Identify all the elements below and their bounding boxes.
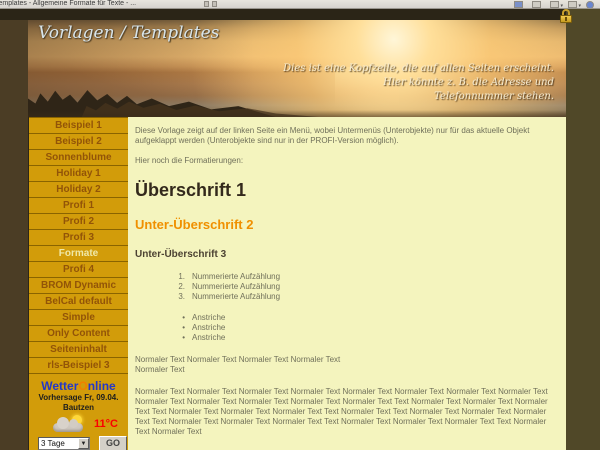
browser-titlebar: Templates - Allgemeine Formate für Texte…	[0, 0, 600, 9]
list-item: • Anstriche	[173, 333, 558, 343]
forecast-label: Vorhersage Fr, 09.04.	[29, 393, 128, 403]
intro-paragraph: Diese Vorlage zeigt auf der linken Seite…	[135, 126, 558, 146]
chevron-down-icon[interactable]: ▼	[78, 438, 89, 449]
list-item: • Anstriche	[173, 313, 558, 323]
header-image: Vorlagen / Templates Dies ist eine Kopfz…	[28, 20, 566, 117]
sidebar-item-seiteninhalt[interactable]: Seiteninhalt	[29, 341, 128, 357]
browser-toolbar-icons: ▾ ▾	[514, 0, 594, 9]
temperature-value: 11°C	[94, 418, 118, 430]
list-item-label: Anstriche	[192, 333, 225, 343]
list-item: 3. Nummerierte Aufzählung	[173, 292, 558, 302]
bullet-marker: •	[173, 333, 185, 343]
forecast-range-value: 3 Tage	[39, 438, 78, 449]
sidebar-item-belcal-default[interactable]: BelCal default	[29, 293, 128, 309]
header-tagline: Dies ist eine Kopfzeile, die auf allen S…	[283, 62, 554, 104]
sidebar-item-rls-beispiel-3[interactable]: rls-Beispiel 3	[29, 357, 128, 373]
list-item: • Anstriche	[173, 323, 558, 333]
heading-2: Unter-Überschrift 2	[135, 217, 558, 232]
logo-text-wetter: Wetter	[41, 379, 78, 393]
wetteronline-logo[interactable]: WetterOnline	[29, 379, 128, 393]
sidebar-item-simple[interactable]: Simple	[29, 309, 128, 325]
heading-3: Unter-Überschrift 3	[135, 249, 558, 261]
bullet-list: • Anstriche • Anstriche • Anstriche	[173, 313, 558, 343]
sidebar-item-holiday-1[interactable]: Holiday 1	[29, 165, 128, 181]
page-top-band	[0, 9, 600, 20]
forecast-controls: 3 Tage ▼ GO	[38, 436, 137, 450]
sidebar-item-only-content[interactable]: Only Content	[29, 325, 128, 341]
sidebar-item-profi-2[interactable]: Profi 2	[29, 213, 128, 229]
list-item-label: Nummerierte Aufzählung	[192, 282, 280, 292]
lock-icon[interactable]	[560, 9, 572, 23]
weather-widget: WetterOnline Vorhersage Fr, 09.04. Bautz…	[29, 373, 128, 450]
forecast-range-select[interactable]: 3 Tage ▼	[38, 437, 90, 450]
main-layout: Beispiel 1 Beispiel 2 Sonnenblume Holida…	[28, 117, 566, 450]
sidebar-item-brom-dynamic[interactable]: BROM Dynamic	[29, 277, 128, 293]
lock-keyhole	[565, 17, 567, 21]
cloud-icon	[53, 423, 83, 432]
site-container: Vorlagen / Templates Dies ist eine Kopfz…	[28, 20, 566, 450]
printer-icon[interactable]	[532, 1, 541, 8]
browser-tab-title: Templates - Allgemeine Formate für Texte…	[0, 0, 136, 7]
partly-cloudy-icon	[51, 415, 87, 433]
list-item-label: Nummerierte Aufzählung	[192, 292, 280, 302]
bullet-marker: •	[173, 313, 185, 323]
formats-label: Hier noch die Formatierungen:	[135, 156, 558, 166]
list-item-label: Anstriche	[192, 323, 225, 333]
forecast-city: Bautzen	[29, 403, 128, 413]
list-marker: 2.	[173, 282, 185, 292]
page-background-right	[566, 9, 600, 450]
heading-1: Überschrift 1	[135, 180, 558, 200]
logo-text-nline: nline	[88, 379, 116, 393]
sidebar-menu: Beispiel 1 Beispiel 2 Sonnenblume Holida…	[28, 117, 128, 450]
sidebar-item-holiday-2[interactable]: Holiday 2	[29, 181, 128, 197]
sidebar-item-beispiel-2[interactable]: Beispiel 2	[29, 133, 128, 149]
home-icon[interactable]	[514, 1, 523, 8]
list-item: 1. Nummerierte Aufzählung	[173, 272, 558, 282]
toolbar-separator	[212, 1, 217, 7]
page-icon[interactable]: ▾	[550, 1, 559, 8]
page-title: Vorlagen / Templates	[38, 23, 219, 43]
bullet-marker: •	[173, 323, 185, 333]
sidebar-item-sonnenblume[interactable]: Sonnenblume	[29, 149, 128, 165]
numbered-list: 1. Nummerierte Aufzählung 2. Nummerierte A…	[173, 272, 558, 302]
sidebar-item-formate[interactable]: Formate	[29, 245, 128, 261]
go-button[interactable]: GO	[99, 436, 127, 450]
list-marker: 3.	[173, 292, 185, 302]
list-item-label: Nummerierte Aufzählung	[192, 272, 280, 282]
sidebar-item-profi-3[interactable]: Profi 3	[29, 229, 128, 245]
logo-text-o: O	[78, 379, 87, 393]
sand-edge	[28, 110, 566, 117]
tools-icon[interactable]: ▾	[568, 1, 577, 8]
normal-text-block: Normaler Text Normaler Text Normaler Tex…	[135, 355, 558, 375]
list-item-label: Anstriche	[192, 313, 225, 323]
forecast-row: 11°C	[29, 414, 128, 434]
help-icon[interactable]	[586, 1, 594, 9]
normal-text-paragraph: Normaler Text Normaler Text Normaler Tex…	[135, 387, 558, 437]
toolbar-separator	[204, 1, 209, 7]
sidebar-item-profi-4[interactable]: Profi 4	[29, 261, 128, 277]
sidebar-item-beispiel-1[interactable]: Beispiel 1	[29, 117, 128, 133]
content-area: Diese Vorlage zeigt auf der linken Seite…	[128, 117, 566, 450]
list-marker: 1.	[173, 272, 185, 282]
list-item: 2. Nummerierte Aufzählung	[173, 282, 558, 292]
sidebar-item-profi-1[interactable]: Profi 1	[29, 197, 128, 213]
